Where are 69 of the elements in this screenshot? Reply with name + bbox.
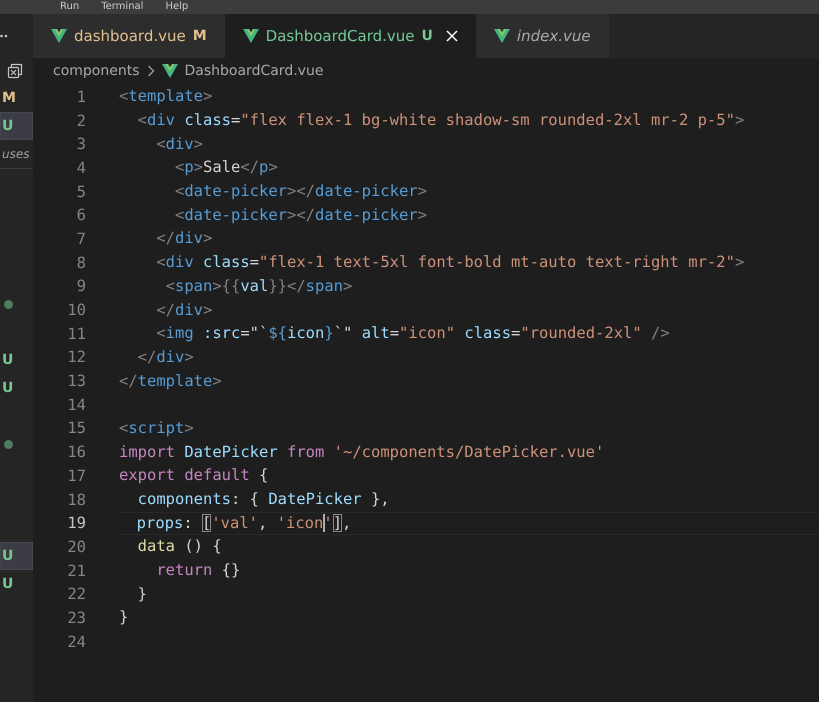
chevron-icon <box>146 65 154 77</box>
line-number: 19 <box>66 514 86 532</box>
vue-file-icon <box>242 29 259 43</box>
line-number: 11 <box>66 324 86 343</box>
code-line: import DatePicker from '~/components/DatePicker.vue' <box>119 442 604 461</box>
code-line: <div> <box>155 134 204 153</box>
explorer-row[interactable]: uses <box>0 140 33 168</box>
code-line: <template> <box>119 87 212 106</box>
menu-item[interactable]: Run <box>60 1 80 13</box>
vue-file-icon <box>162 64 178 78</box>
line-number: 8 <box>76 254 86 272</box>
menu-item[interactable]: Help <box>165 1 188 13</box>
code-line: } <box>136 584 147 603</box>
code-line: <script> <box>119 418 194 437</box>
code-line: <div class="flex flex-1 bg-white shadow-sm rounded-2xl mr-2 p-5"> <box>136 111 744 130</box>
explorer-row[interactable]: U <box>0 542 33 570</box>
line-number: 13 <box>66 372 86 390</box>
vue-file-icon <box>51 29 67 43</box>
editor-tab[interactable]: DashboardCard.vue U <box>224 14 476 58</box>
close-icon[interactable] <box>446 30 458 42</box>
line-number: 4 <box>76 158 86 177</box>
code-line: </template> <box>119 372 222 390</box>
explorer-row[interactable]: U <box>0 374 33 402</box>
line-number: 24 <box>66 632 86 651</box>
code-line: </div> <box>155 300 212 319</box>
menu-item[interactable]: Terminal <box>101 1 144 13</box>
line-number: 23 <box>66 608 86 627</box>
line-number: 18 <box>66 490 86 509</box>
code-line: </div> <box>155 229 212 248</box>
breadcrumb-file[interactable]: DashboardCard.vue <box>184 63 324 79</box>
close-all-icon[interactable] <box>7 63 23 79</box>
code-line: return {} <box>155 561 240 580</box>
line-number: 1 <box>76 88 86 106</box>
code-line: </div> <box>136 348 194 366</box>
code-line: <span>{{val}}</span> <box>164 276 352 295</box>
line-number: 10 <box>66 301 86 320</box>
line-number: 7 <box>76 230 86 248</box>
explorer-row[interactable]: U <box>0 570 33 598</box>
line-number: 20 <box>66 538 86 556</box>
explorer-row[interactable]: M <box>0 84 33 112</box>
code-line: data () { <box>136 537 222 556</box>
code-line: components: { DatePicker }, <box>136 490 390 508</box>
line-number: 14 <box>66 396 86 414</box>
editor-tab[interactable]: index.vue <box>476 14 609 58</box>
line-number: 17 <box>66 466 86 485</box>
explorer-row[interactable]: U <box>0 346 33 374</box>
code-line: props: ['val', 'icon'], <box>136 514 352 532</box>
line-number: 15 <box>66 419 86 438</box>
line-number: 12 <box>66 348 86 366</box>
line-number: 16 <box>66 443 86 462</box>
line-number: 9 <box>76 277 86 296</box>
editor-tab[interactable]: dashboard.vue M <box>33 14 225 58</box>
code-line: <date-picker></date-picker> <box>174 206 427 224</box>
line-number: 2 <box>76 112 86 130</box>
code-line: export default { <box>119 466 268 484</box>
vue-file-icon <box>494 29 510 43</box>
breadcrumb-folder[interactable]: components <box>53 63 140 79</box>
code-line: <date-picker></date-picker> <box>174 182 427 200</box>
line-number: 22 <box>66 585 86 604</box>
line-number: 6 <box>76 206 86 224</box>
line-number: 3 <box>76 135 86 154</box>
code-line: <img :src="`${icon}`" alt="icon" class="rounded-2xl" /> <box>155 324 670 342</box>
more-icon[interactable] <box>0 34 8 38</box>
line-number: 21 <box>66 562 86 580</box>
line-number: 5 <box>76 182 86 201</box>
code-line: <p>Sale</p> <box>174 158 278 176</box>
code-line: <div class="flex-1 text-5xl font-bold mt-auto text-right mr-2"> <box>155 253 744 272</box>
explorer-row[interactable]: U <box>0 112 33 140</box>
code-line: } <box>119 608 128 626</box>
